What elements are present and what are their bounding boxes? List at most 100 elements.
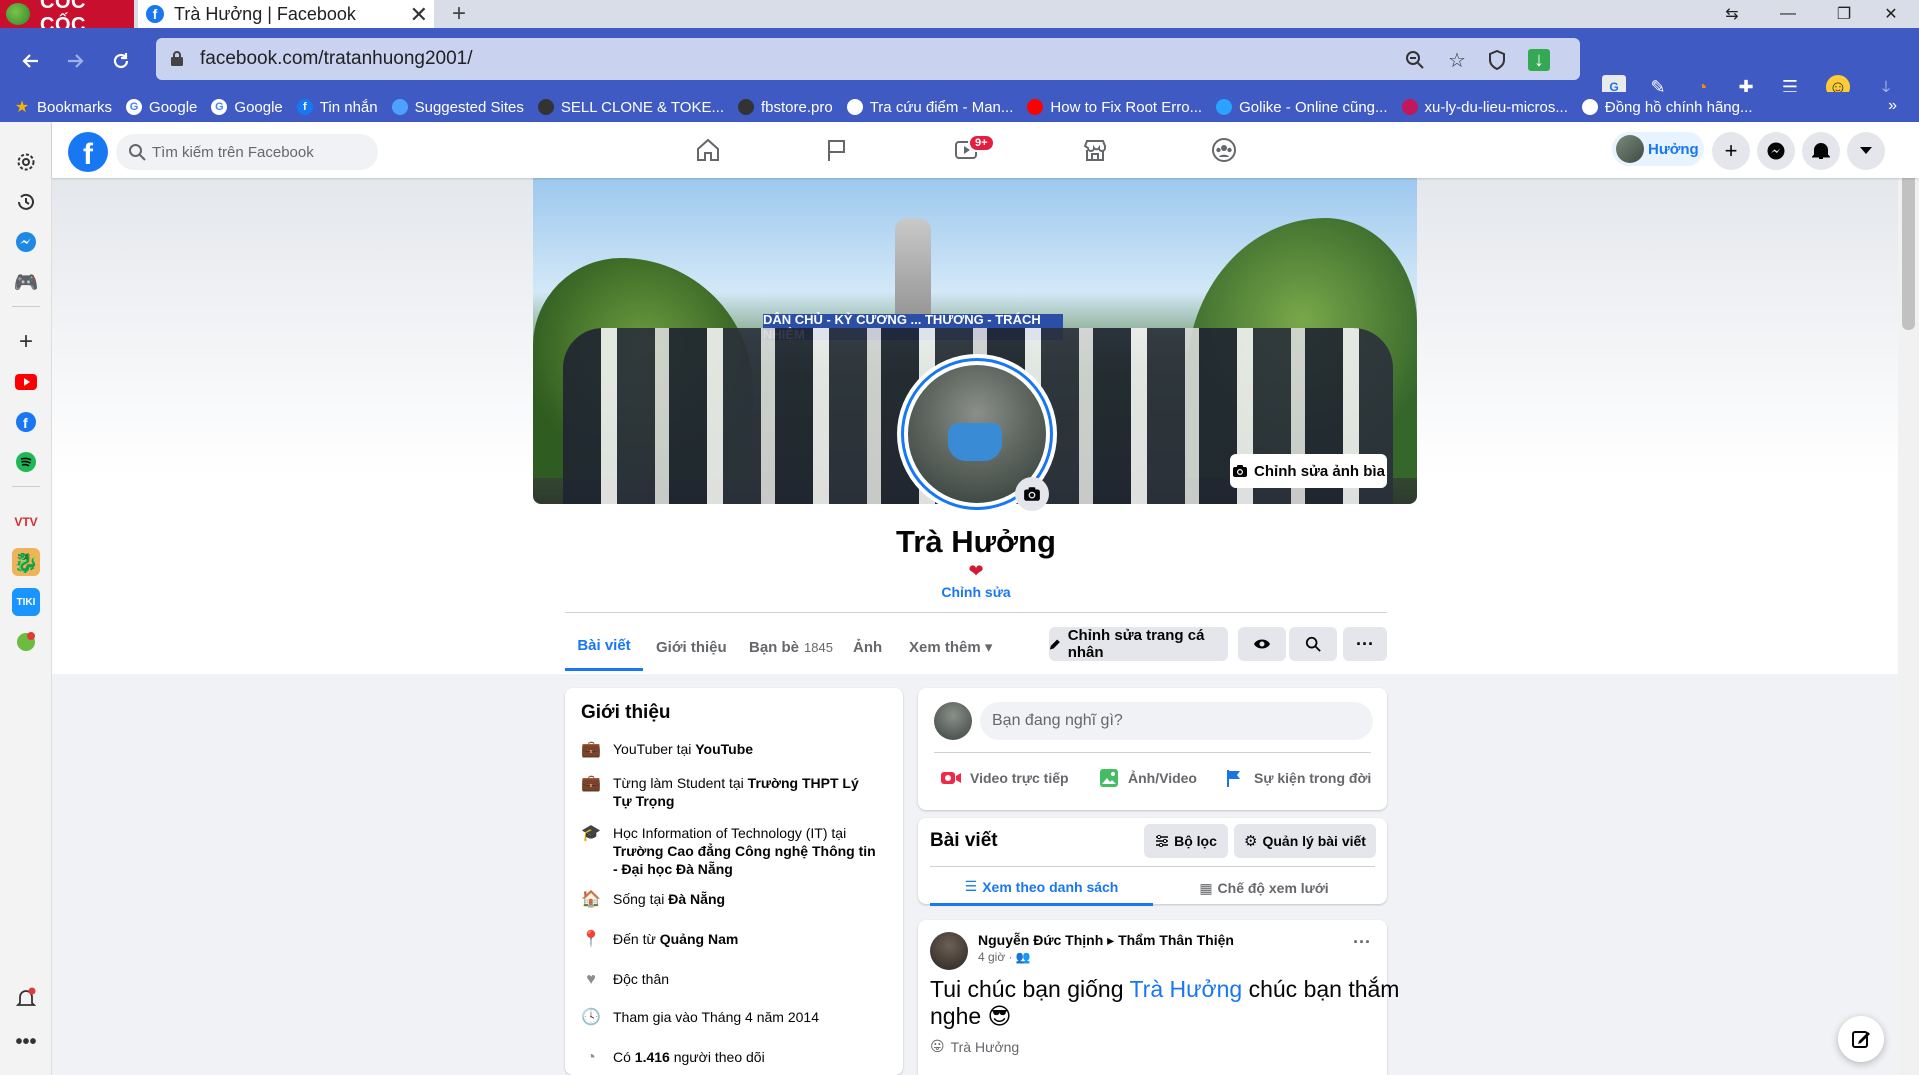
bookmark-star-icon[interactable]: ☆ [1446, 49, 1468, 72]
intro-lives-in: 🏠 Sống tại Đà Nẵng [581, 890, 881, 910]
facebook-logo[interactable]: f [68, 132, 108, 172]
profile-shortcut-button[interactable]: Hưởng [1612, 132, 1704, 166]
bookmark-item[interactable]: xu-ly-du-lieu-micros... [1401, 99, 1568, 116]
bookmark-item[interactable]: G Google [126, 99, 197, 116]
composer-input[interactable]: Bạn đang nghĩ gì? [980, 702, 1373, 740]
bookmark-item[interactable]: Golike - Online cũng... [1216, 98, 1388, 116]
bookmark-item[interactable]: f Tin nhắn [296, 99, 378, 116]
youtube-icon[interactable] [12, 368, 40, 396]
coccoc-ball-icon[interactable] [12, 628, 40, 656]
action-label: Video trực tiếp [970, 770, 1069, 786]
edit-profile-button[interactable]: Chỉnh sửa trang cá nhân [1049, 627, 1228, 661]
messenger-button[interactable] [1757, 132, 1795, 170]
bookmark-item[interactable]: Đồng hồ chính hãng... [1581, 99, 1753, 116]
bookmark-item[interactable]: ★ Bookmarks [14, 99, 112, 117]
bookmarks-overflow-icon[interactable]: » [1888, 97, 1897, 115]
marketplace-icon[interactable] [1075, 130, 1115, 170]
notifications-bell-icon[interactable] [12, 984, 40, 1012]
intro-text: Học Information of Technology (IT) tại T… [613, 824, 881, 878]
sidebar-divider [12, 486, 40, 487]
back-icon[interactable] [16, 46, 46, 76]
filter-button[interactable]: Bộ lọc [1144, 824, 1228, 858]
live-video-button[interactable]: Video trực tiếp [940, 760, 1069, 796]
spotify-icon[interactable] [12, 448, 40, 476]
settings-gear-icon[interactable] [12, 148, 40, 176]
messenger-icon[interactable] [12, 228, 40, 256]
bookmark-item[interactable]: Tra cứu điểm - Man... [846, 99, 1013, 116]
intro-followers[interactable]: ◔ Có 1.416 người theo dõi [581, 1048, 881, 1068]
profile-more-options-icon[interactable]: ··· [1343, 627, 1387, 661]
tab-close-icon[interactable]: ✕ [410, 2, 428, 28]
zoom-icon[interactable] [1404, 49, 1426, 71]
view-as-eye-icon[interactable] [1238, 627, 1286, 661]
post-author[interactable]: Nguyễn Đức Thịnh [978, 932, 1103, 948]
close-window-button[interactable]: ✕ [1863, 0, 1919, 28]
tab-search-icon[interactable]: ⇆ [1704, 0, 1760, 28]
avatar[interactable] [934, 702, 972, 740]
address-bar[interactable]: facebook.com/tratanhuong2001/ ☆ ↓ [156, 38, 1580, 80]
post-mention[interactable]: Trà Hưởng [1129, 976, 1242, 1002]
vtv-go-icon[interactable]: VTV [12, 508, 40, 536]
bookmark-label: Golike - Online cũng... [1239, 98, 1388, 116]
tab-friends[interactable]: Bạn bè 1845 [749, 623, 833, 671]
adblock-shield-icon[interactable] [1486, 49, 1508, 71]
bookmark-item[interactable]: How to Fix Root Erro... [1027, 99, 1202, 116]
post-target[interactable]: Thẩm Thân Thiện [1118, 932, 1234, 948]
post-reactions[interactable]: 😛 Trà Hưởng [930, 1038, 1019, 1055]
home-icon[interactable] [688, 130, 728, 170]
game-app-icon[interactable]: 🐉 [12, 548, 40, 576]
bookmark-item[interactable]: SELL CLONE & TOKE... [537, 99, 724, 116]
tab-title: Trà Hưởng | Facebook [174, 3, 356, 24]
tab-more[interactable]: Xem thêm ▾ [909, 623, 992, 671]
list-view-tab[interactable]: ☰ Xem theo danh sách [930, 870, 1153, 906]
reload-icon[interactable] [106, 46, 136, 76]
profile-search-icon[interactable] [1289, 627, 1337, 661]
browser-tab-facebook[interactable]: f Trà Hưởng | Facebook ✕ [138, 0, 434, 28]
facebook-icon[interactable]: f [12, 408, 40, 436]
tab-about[interactable]: Giới thiệu [656, 623, 727, 671]
tongue-emoji-icon: 😛 [930, 1038, 945, 1054]
new-tab-button[interactable]: + [444, 0, 474, 28]
intro-bold[interactable]: Quảng Nam [660, 931, 739, 947]
facebook-favicon-icon: f [146, 5, 164, 23]
post-options-icon[interactable]: ··· [1353, 932, 1371, 953]
life-event-button[interactable]: Sự kiện trong đời [1224, 760, 1371, 796]
account-menu-chevron-icon[interactable] [1847, 132, 1885, 170]
bookmark-item[interactable]: G Google [211, 99, 283, 116]
facebook-search-input[interactable]: Tìm kiếm trên Facebook [116, 134, 378, 170]
create-plus-icon[interactable]: + [1712, 132, 1750, 170]
photo-video-button[interactable]: Ảnh/Video [1098, 760, 1197, 796]
coccoc-logo[interactable]: CỐC CỐC [0, 0, 134, 36]
manage-posts-button[interactable]: ⚙ Quản lý bài viết [1234, 824, 1376, 858]
bookmark-item[interactable]: fbstore.pro [737, 99, 833, 116]
avatar[interactable] [930, 932, 968, 970]
forward-icon[interactable] [60, 46, 90, 76]
tab-posts[interactable]: Bài viết [565, 623, 643, 671]
gamepad-icon[interactable]: 🎮 [12, 268, 40, 296]
grid-view-tab[interactable]: ▦ Chế độ xem lưới [1153, 870, 1375, 906]
new-message-compose-icon[interactable] [1838, 1016, 1884, 1062]
tab-label: Ảnh [853, 638, 883, 656]
pages-flag-icon[interactable] [817, 130, 857, 170]
intro-bold: 1.416 [634, 1049, 670, 1065]
bookmark-item[interactable]: Suggested Sites [391, 99, 524, 116]
watch-video-icon[interactable]: 9+ [946, 130, 995, 170]
intro-bold[interactable]: Trường Cao đẳng Công nghệ Thông tin - Đạ… [613, 843, 876, 877]
page-scrollbar[interactable] [1898, 122, 1919, 1075]
minimize-button[interactable]: — [1760, 0, 1816, 28]
more-options-icon[interactable]: ••• [12, 1028, 40, 1056]
intro-bold[interactable]: Đà Nẵng [668, 891, 725, 907]
intro-bold[interactable]: YouTube [695, 741, 753, 757]
edit-cover-photo-button[interactable]: Chỉnh sửa ảnh bìa [1230, 454, 1387, 488]
add-app-icon[interactable]: + [12, 328, 40, 356]
download-green-icon[interactable]: ↓ [1528, 49, 1550, 71]
intro-prefix: Sống tại [613, 891, 669, 907]
post-timestamp[interactable]: 4 giờ · 👥 [978, 950, 1031, 964]
tiki-icon[interactable]: TIKI [12, 588, 40, 616]
notifications-icon[interactable] [1802, 132, 1840, 170]
history-icon[interactable] [12, 188, 40, 216]
groups-icon[interactable] [1204, 130, 1244, 170]
tab-photos[interactable]: Ảnh [853, 623, 882, 671]
edit-bio-link[interactable]: Chỉnh sửa [920, 584, 1032, 600]
update-profile-picture-button[interactable] [1015, 477, 1049, 511]
